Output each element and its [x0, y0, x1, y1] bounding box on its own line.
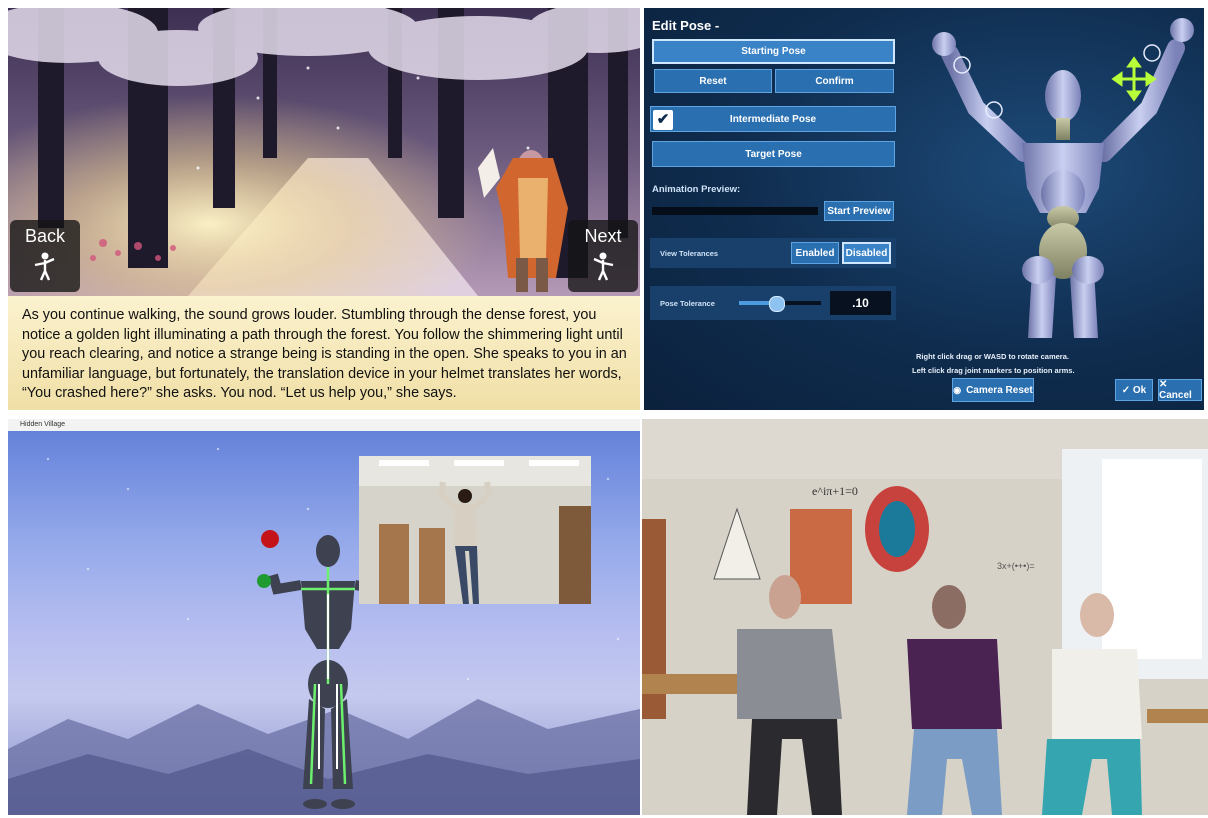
edit-pose-title: Edit Pose - — [652, 18, 720, 33]
next-button[interactable]: Next — [568, 220, 638, 292]
pose-tolerance-slider-knob[interactable] — [768, 296, 785, 312]
forest-scene-image — [8, 8, 640, 296]
intermediate-pose-checkbox[interactable]: ✔ — [653, 110, 673, 130]
next-label: Next — [584, 226, 622, 246]
pose-figure-right-icon — [593, 252, 614, 281]
mannequin-3d-view[interactable] — [914, 8, 1204, 348]
view-tolerances-label: View Tolerances — [660, 249, 719, 258]
story-text: As you continue walking, the sound grows… — [8, 296, 640, 410]
whiteboard-text: 3x+(•+•)= — [997, 561, 1035, 571]
classroom-photo: e^iπ+1=0 3x+(•+•)= — [642, 419, 1208, 815]
animation-preview-track[interactable] — [652, 207, 818, 215]
target-pose-button[interactable]: Target Pose — [652, 141, 895, 167]
edit-pose-panel: Edit Pose - Starting Pose Reset Confirm … — [644, 8, 1204, 410]
back-label: Back — [24, 226, 66, 246]
pose-tolerance-slider-track[interactable] — [739, 296, 821, 312]
hidden-village-window: Hidden Village — [8, 419, 640, 815]
ok-button[interactable]: ✓ Ok — [1115, 379, 1153, 401]
story-panel: Back Next As you continue walking, the s… — [8, 8, 640, 410]
window-titlebar: Hidden Village — [8, 419, 640, 431]
hint-position-arms: Left click drag joint markers to positio… — [912, 366, 1075, 375]
back-button[interactable]: Back — [10, 220, 80, 292]
disabled-button[interactable]: Disabled — [842, 242, 891, 264]
confirm-button[interactable]: Confirm — [775, 69, 894, 93]
starting-pose-button[interactable]: Starting Pose — [652, 39, 895, 64]
cancel-button[interactable]: ✕ Cancel — [1158, 379, 1202, 401]
board-equation: e^iπ+1=0 — [812, 484, 858, 498]
camera-reset-label: Camera Reset — [966, 384, 1033, 396]
intermediate-pose-label: Intermediate Pose — [729, 113, 817, 125]
reset-button[interactable]: Reset — [654, 69, 772, 93]
classroom-image: e^iπ+1=0 3x+(•+•)= — [642, 419, 1208, 815]
camera-reset-button[interactable]: ◉ Camera Reset — [952, 378, 1034, 402]
eye-icon: ◉ — [953, 384, 962, 395]
pose-tolerance-value[interactable]: .10 — [830, 291, 891, 315]
start-preview-button[interactable]: Start Preview — [824, 201, 894, 221]
intermediate-pose-button[interactable]: Intermediate Pose — [650, 106, 896, 132]
enabled-button[interactable]: Enabled — [791, 242, 839, 264]
webcam-feed — [359, 456, 591, 604]
pose-tolerance-label: Pose Tolerance — [660, 299, 715, 308]
webcam-person-image — [359, 456, 591, 604]
animation-preview-label: Animation Preview: — [652, 184, 741, 195]
hint-rotate-camera: Right click drag or WASD to rotate camer… — [916, 352, 1069, 361]
window-title: Hidden Village — [20, 421, 66, 428]
pose-figure-left-icon — [34, 252, 55, 281]
